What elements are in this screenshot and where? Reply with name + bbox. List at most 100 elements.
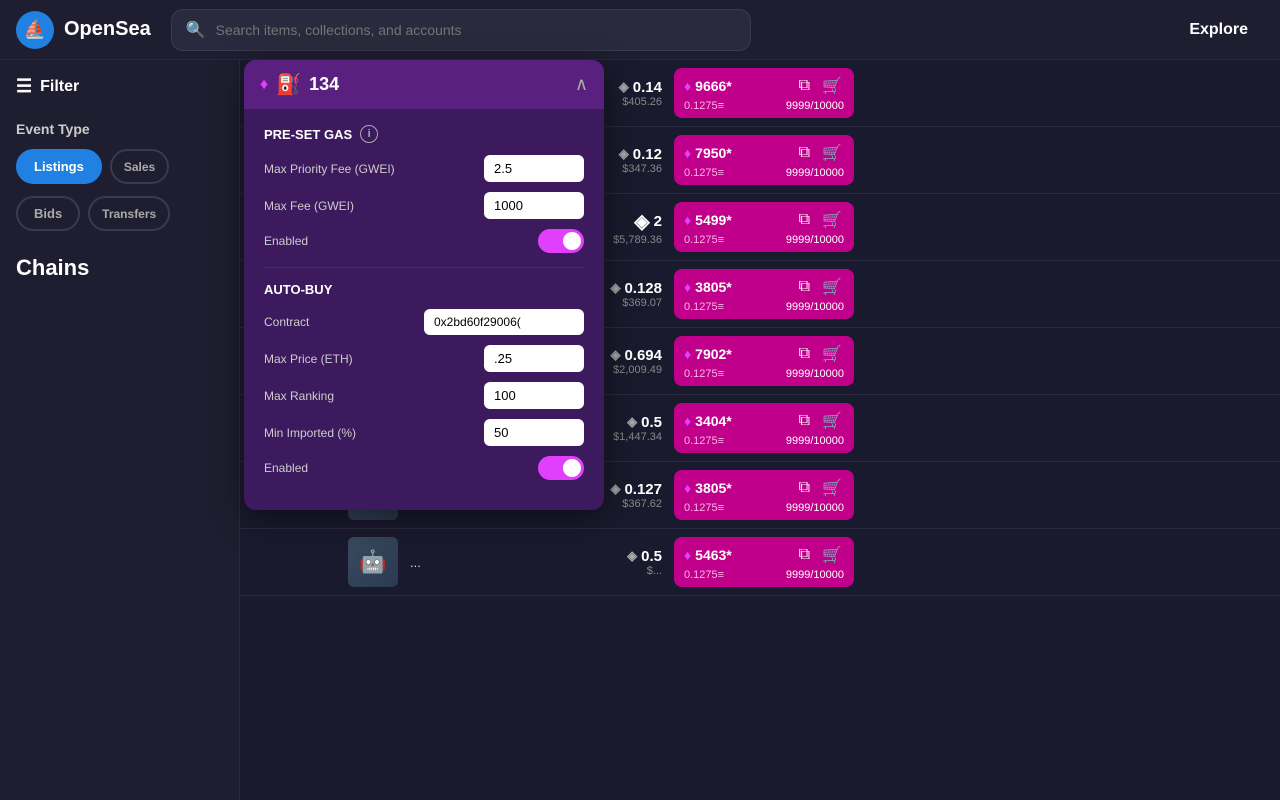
- cart-button[interactable]: 🛒: [820, 342, 844, 366]
- rank-number: ♦ 5499*: [684, 212, 732, 228]
- rank-supply: 9999/10000: [786, 234, 844, 246]
- search-input[interactable]: [216, 22, 736, 38]
- rank-card: ♦ 9666* ⧉ 🛒 0.1275≡ 9999/10000: [674, 68, 854, 118]
- item-thumbnail: 🤖: [348, 537, 398, 587]
- max-price-label: Max Price (ETH): [264, 352, 353, 366]
- copy-button[interactable]: ⧉: [797, 476, 812, 500]
- rank-supply: 9999/10000: [786, 502, 844, 514]
- copy-button[interactable]: ⧉: [797, 208, 812, 232]
- copy-button[interactable]: ⧉: [797, 543, 812, 567]
- auto-buy-toggle[interactable]: [538, 456, 584, 480]
- max-price-input[interactable]: [484, 345, 584, 372]
- rank-price: 0.1275≡: [684, 100, 724, 112]
- dropdown-header-left: ♦ ⛽ 134: [260, 72, 339, 97]
- rank-value: 7902*: [695, 346, 732, 362]
- gas-icon: ⛽: [276, 72, 301, 97]
- max-ranking-input[interactable]: [484, 382, 584, 409]
- eth-value: 0.12: [633, 146, 662, 163]
- chevron-up-icon[interactable]: ∧: [575, 74, 588, 95]
- table-row[interactable]: 🤖 ... ◈ 0.5 $... ♦ 5463* ⧉ 🛒: [240, 529, 1280, 596]
- rank-bottom: 0.1275≡ 9999/10000: [684, 502, 844, 514]
- bids-button[interactable]: Bids: [16, 196, 80, 231]
- cart-button[interactable]: 🛒: [820, 275, 844, 299]
- rank-actions: ⧉ 🛒: [797, 409, 844, 433]
- rank-price: 0.1275≡: [684, 569, 724, 581]
- copy-button[interactable]: ⧉: [797, 74, 812, 98]
- event-type-buttons-2: Bids Transfers: [16, 196, 223, 231]
- contract-input[interactable]: [424, 309, 584, 335]
- rank-value: 3404*: [695, 413, 732, 429]
- cart-button[interactable]: 🛒: [820, 141, 844, 165]
- price-eth: ◈ 0.5: [552, 548, 662, 565]
- cart-button[interactable]: 🛒: [820, 476, 844, 500]
- max-priority-fee-label: Max Priority Fee (GWEI): [264, 162, 395, 176]
- rank-card: ♦ 3805* ⧉ 🛒 0.1275≡ 9999/10000: [674, 470, 854, 520]
- rank-number: ♦ 9666*: [684, 78, 732, 94]
- max-fee-input[interactable]: [484, 192, 584, 219]
- auto-buy-enabled-row: Enabled: [264, 456, 584, 480]
- price-usd: $...: [552, 565, 662, 577]
- divider: [264, 267, 584, 268]
- rank-card: ♦ 3404* ⧉ 🛒 0.1275≡ 9999/10000: [674, 403, 854, 453]
- rank-price: 0.1275≡: [684, 435, 724, 447]
- eth-value: 0.5: [641, 414, 662, 431]
- rank-supply: 9999/10000: [786, 301, 844, 313]
- rank-supply: 9999/10000: [786, 167, 844, 179]
- rank-top: ♦ 5499* ⧉ 🛒: [684, 208, 844, 232]
- rank-supply: 9999/10000: [786, 368, 844, 380]
- filter-icon: ☰: [16, 76, 32, 97]
- rank-supply: 9999/10000: [786, 100, 844, 112]
- rank-supply: 9999/10000: [786, 435, 844, 447]
- rank-top: ♦ 5463* ⧉ 🛒: [684, 543, 844, 567]
- eth-value: 0.128: [624, 280, 662, 297]
- filter-header: ☰ Filter: [16, 76, 223, 97]
- rank-card: ♦ 7950* ⧉ 🛒 0.1275≡ 9999/10000: [674, 135, 854, 185]
- logo-text: OpenSea: [64, 18, 151, 41]
- search-bar[interactable]: 🔍: [171, 9, 751, 51]
- rank-top: ♦ 3805* ⧉ 🛒: [684, 275, 844, 299]
- cart-button[interactable]: 🛒: [820, 543, 844, 567]
- rank-bottom: 0.1275≡ 9999/10000: [684, 435, 844, 447]
- cart-button[interactable]: 🛒: [820, 409, 844, 433]
- contract-row: Contract: [264, 309, 584, 335]
- explore-button[interactable]: Explore: [1173, 13, 1264, 47]
- cart-button[interactable]: 🛒: [820, 74, 844, 98]
- rank-card: ♦ 3805* ⧉ 🛒 0.1275≡ 9999/10000: [674, 269, 854, 319]
- rank-number: ♦ 3805*: [684, 480, 732, 496]
- rank-actions: ⧉ 🛒: [797, 543, 844, 567]
- copy-button[interactable]: ⧉: [797, 275, 812, 299]
- max-fee-label: Max Fee (GWEI): [264, 199, 354, 213]
- rank-bottom: 0.1275≡ 9999/10000: [684, 167, 844, 179]
- rank-price: 0.1275≡: [684, 368, 724, 380]
- info-icon[interactable]: i: [360, 125, 378, 143]
- min-imported-input[interactable]: [484, 419, 584, 446]
- logo-area: ⛵ OpenSea: [16, 11, 151, 49]
- preset-gas-enabled-label: Enabled: [264, 234, 308, 248]
- item-id: ...: [410, 555, 540, 570]
- preset-gas-toggle[interactable]: [538, 229, 584, 253]
- search-icon: 🔍: [186, 20, 206, 40]
- rank-card: ♦ 5499* ⧉ 🛒 0.1275≡ 9999/10000: [674, 202, 854, 252]
- header: ⛵ OpenSea 🔍 Explore: [0, 0, 1280, 60]
- auto-buy-enabled-label: Enabled: [264, 461, 308, 475]
- rank-value: 5463*: [695, 547, 732, 563]
- event-type-buttons: Listings Sales: [16, 149, 223, 184]
- cart-button[interactable]: 🛒: [820, 208, 844, 232]
- preset-gas-enabled-row: Enabled: [264, 229, 584, 253]
- rank-value: 9666*: [695, 78, 732, 94]
- event-type-label: Event Type: [16, 121, 223, 137]
- listings-button[interactable]: Listings: [16, 149, 102, 184]
- copy-button[interactable]: ⧉: [797, 409, 812, 433]
- eth-value: 0.127: [624, 481, 662, 498]
- copy-button[interactable]: ⧉: [797, 342, 812, 366]
- rank-actions: ⧉ 🛒: [797, 208, 844, 232]
- rank-supply: 9999/10000: [786, 569, 844, 581]
- transfers-button[interactable]: Transfers: [88, 196, 170, 231]
- copy-button[interactable]: ⧉: [797, 141, 812, 165]
- rank-card: ♦ 7902* ⧉ 🛒 0.1275≡ 9999/10000: [674, 336, 854, 386]
- eth-value: 0.5: [641, 548, 662, 565]
- rank-price: 0.1275≡: [684, 502, 724, 514]
- max-priority-fee-input[interactable]: [484, 155, 584, 182]
- gas-count: 134: [309, 74, 339, 95]
- sales-button[interactable]: Sales: [110, 149, 169, 184]
